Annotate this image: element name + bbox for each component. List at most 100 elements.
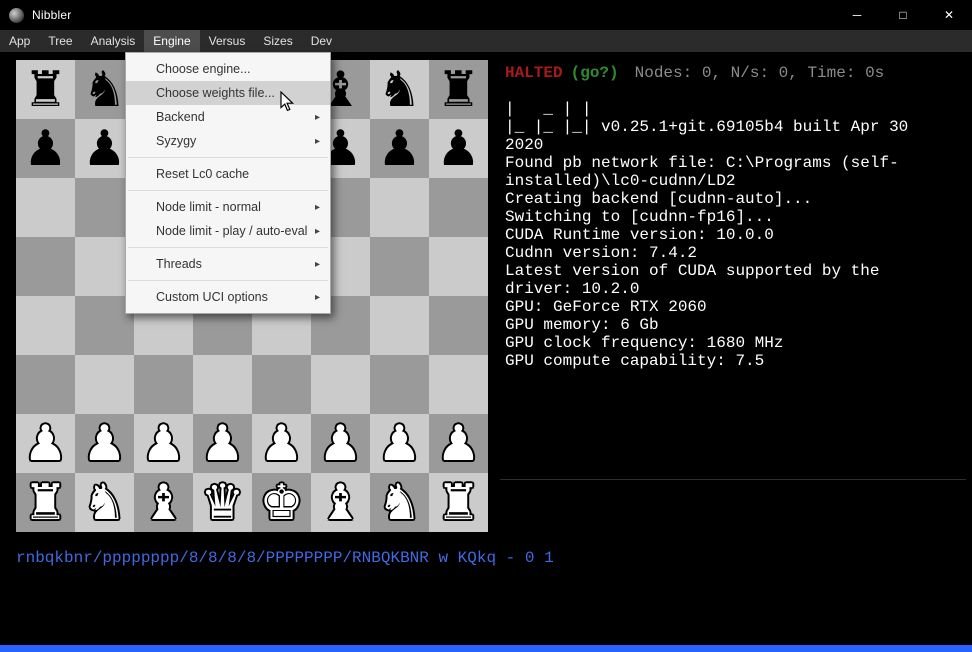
menubar-item-tree[interactable]: Tree	[39, 30, 81, 52]
menu-item-choose-engine[interactable]: Choose engine...	[126, 57, 330, 81]
piece-wp[interactable]: ♟	[437, 419, 481, 468]
piece-wp[interactable]: ♟	[319, 419, 363, 468]
board-square[interactable]	[134, 355, 193, 414]
piece-bp[interactable]: ♟	[83, 124, 127, 173]
submenu-arrow-icon: ▸	[315, 202, 320, 213]
piece-bp[interactable]: ♟	[437, 124, 481, 173]
board-square[interactable]	[370, 237, 429, 296]
menubar-item-engine[interactable]: Engine	[144, 30, 199, 52]
piece-wb[interactable]: ♝	[142, 478, 186, 527]
board-square[interactable]: ♟	[75, 414, 134, 473]
board-square[interactable]	[370, 296, 429, 355]
board-square[interactable]	[16, 355, 75, 414]
board-square[interactable]	[311, 355, 370, 414]
menu-item-label: Choose weights file...	[156, 86, 275, 100]
engine-output-line: GPU clock frequency: 1680 MHz	[505, 334, 960, 352]
board-square[interactable]: ♟	[16, 119, 75, 178]
piece-wp[interactable]: ♟	[142, 419, 186, 468]
piece-bp[interactable]: ♟	[24, 124, 68, 173]
piece-wn[interactable]: ♞	[83, 478, 127, 527]
board-square[interactable]	[429, 237, 488, 296]
board-square[interactable]: ♟	[134, 414, 193, 473]
piece-wp[interactable]: ♟	[24, 419, 68, 468]
board-square[interactable]: ♟	[429, 414, 488, 473]
menubar-item-analysis[interactable]: Analysis	[82, 30, 145, 52]
piece-wr[interactable]: ♜	[437, 478, 481, 527]
board-square[interactable]: ♞	[370, 60, 429, 119]
piece-wp[interactable]: ♟	[201, 419, 245, 468]
piece-wn[interactable]: ♞	[378, 478, 422, 527]
menu-item-label: Reset Lc0 cache	[156, 167, 249, 181]
piece-bp[interactable]: ♟	[378, 124, 422, 173]
board-square[interactable]	[429, 178, 488, 237]
minimize-button[interactable]: ─	[834, 0, 880, 30]
board-square[interactable]: ♟	[429, 119, 488, 178]
board-square[interactable]: ♟	[311, 414, 370, 473]
menu-item-node-limit-normal[interactable]: Node limit - normal ▸	[126, 195, 330, 219]
menubar-item-app[interactable]: App	[0, 30, 39, 52]
go-hint[interactable]: (go?)	[571, 64, 619, 82]
menu-item-node-limit-play-auto-eval[interactable]: Node limit - play / auto-eval▸	[126, 219, 330, 243]
piece-bn[interactable]: ♞	[83, 65, 127, 114]
menu-item-label: Node limit - normal	[156, 200, 261, 214]
board-square[interactable]: ♚	[252, 473, 311, 532]
board-square[interactable]: ♜	[429, 473, 488, 532]
piece-wk[interactable]: ♚	[260, 478, 304, 527]
menu-item-label: Backend	[156, 110, 205, 124]
piece-br[interactable]: ♜	[24, 65, 68, 114]
menu-item-backend[interactable]: Backend▸	[126, 105, 330, 129]
board-square[interactable]	[429, 296, 488, 355]
piece-wr[interactable]: ♜	[24, 478, 68, 527]
board-square[interactable]	[370, 355, 429, 414]
piece-wp[interactable]: ♟	[83, 419, 127, 468]
board-square[interactable]: ♜	[16, 60, 75, 119]
menu-item-choose-weights-file[interactable]: Choose weights file...	[126, 81, 330, 105]
piece-bn[interactable]: ♞	[378, 65, 422, 114]
board-square[interactable]: ♜	[429, 60, 488, 119]
menu-bar: AppTreeAnalysisEngineVersusSizesDev	[0, 30, 972, 52]
menu-item-reset-lc0-cache[interactable]: Reset Lc0 cache	[126, 162, 330, 186]
app-icon	[9, 8, 24, 23]
board-square[interactable]: ♛	[193, 473, 252, 532]
menubar-item-dev[interactable]: Dev	[302, 30, 341, 52]
piece-wb[interactable]: ♝	[319, 478, 363, 527]
board-square[interactable]: ♝	[311, 473, 370, 532]
piece-wq[interactable]: ♛	[201, 478, 245, 527]
piece-wp[interactable]: ♟	[260, 419, 304, 468]
board-square[interactable]: ♟	[370, 119, 429, 178]
board-square[interactable]	[193, 355, 252, 414]
menu-separator	[128, 190, 328, 191]
board-square[interactable]: ♝	[134, 473, 193, 532]
board-square[interactable]: ♟	[370, 414, 429, 473]
board-square[interactable]	[16, 296, 75, 355]
board-square[interactable]: ♟	[193, 414, 252, 473]
submenu-arrow-icon: ▸	[315, 226, 320, 237]
menu-separator	[128, 157, 328, 158]
menu-item-label: Choose engine...	[156, 62, 251, 76]
board-square[interactable]	[370, 178, 429, 237]
board-square[interactable]: ♜	[16, 473, 75, 532]
board-square[interactable]	[252, 355, 311, 414]
menubar-item-sizes[interactable]: Sizes	[254, 30, 301, 52]
board-square[interactable]: ♞	[370, 473, 429, 532]
board-square[interactable]	[429, 355, 488, 414]
menu-item-custom-uci-options[interactable]: Custom UCI options▸	[126, 285, 330, 309]
board-square[interactable]	[75, 355, 134, 414]
board-square[interactable]	[16, 178, 75, 237]
board-square[interactable]: ♟	[252, 414, 311, 473]
close-button[interactable]: ✕	[926, 0, 972, 30]
piece-br[interactable]: ♜	[437, 65, 481, 114]
engine-output-line: | _ | |	[505, 100, 960, 118]
menu-item-threads[interactable]: Threads▸	[126, 252, 330, 276]
eval-graph-baseline	[500, 479, 966, 480]
menubar-item-versus[interactable]: Versus	[200, 30, 255, 52]
board-square[interactable]: ♞	[75, 473, 134, 532]
engine-output-line: Cudnn version: 7.4.2	[505, 244, 960, 262]
piece-wp[interactable]: ♟	[378, 419, 422, 468]
engine-output-line: CUDA Runtime version: 10.0.0	[505, 226, 960, 244]
board-square[interactable]: ♟	[16, 414, 75, 473]
window-controls: ─ □ ✕	[834, 0, 972, 30]
board-square[interactable]	[16, 237, 75, 296]
maximize-button[interactable]: □	[880, 0, 926, 30]
menu-item-syzygy[interactable]: Syzygy▸	[126, 129, 330, 153]
